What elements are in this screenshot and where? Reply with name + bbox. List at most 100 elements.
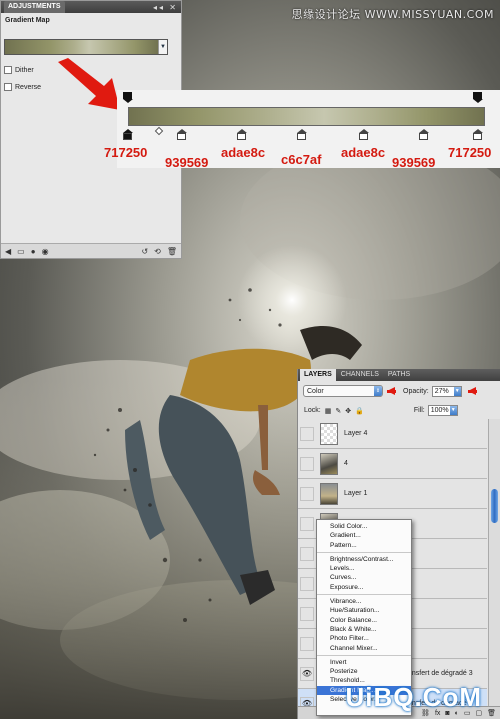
adjustments-tab[interactable]: ADJUSTMENTS (4, 1, 65, 13)
color-stop[interactable] (358, 129, 369, 141)
gradient-bar[interactable] (128, 107, 485, 126)
menu-item-posterize[interactable]: Posterize (317, 667, 411, 676)
layer-row[interactable]: Layer 1 (298, 479, 487, 509)
lock-transparency-icon[interactable]: ▦ (325, 407, 332, 415)
opacity-input[interactable]: 27% ▼ (431, 385, 462, 397)
tab-channels[interactable]: CHANNELS (337, 369, 383, 381)
visibility-eye-icon[interactable]: ◉ (42, 247, 49, 256)
opacity-stop-right[interactable] (472, 92, 483, 104)
visibility-toggle[interactable] (300, 546, 314, 561)
stop-hex-label: 939569 (165, 155, 209, 170)
menu-item-levels[interactable]: Levels... (317, 564, 411, 573)
menu-item-hue-saturation[interactable]: Hue/Saturation... (317, 606, 411, 615)
adjustments-titlebar: ADJUSTMENTS ◂◂ ✕ (1, 1, 181, 13)
chevron-updown-icon[interactable]: ⇕ (374, 386, 382, 396)
reset-icon[interactable]: ⟲ (154, 247, 161, 256)
gradient-preview[interactable] (5, 40, 158, 54)
clip-layer-icon[interactable]: ● (31, 247, 36, 256)
fill-input[interactable]: 100% ▼ (427, 405, 458, 416)
visibility-toggle[interactable] (300, 606, 314, 621)
back-arrow-icon[interactable]: ◀ (5, 247, 11, 256)
stop-hex-label: adae8c (221, 145, 266, 160)
trash-icon[interactable]: 🗑 (487, 709, 496, 717)
red-pointer-arrow (467, 387, 477, 395)
chevron-down-icon[interactable]: ▼ (449, 406, 457, 415)
layer-thumbnail (320, 452, 338, 475)
color-stop[interactable] (236, 129, 247, 141)
color-stop[interactable] (472, 129, 483, 141)
panel-collapse-icon[interactable]: ◂◂ ✕ (153, 3, 178, 12)
layer-row[interactable]: Layer 4 (298, 419, 487, 449)
color-stop[interactable] (122, 129, 133, 141)
layer-thumbnail (320, 482, 338, 505)
reverse-row[interactable]: Reverse (4, 83, 41, 91)
chevron-down-icon[interactable]: ▼ (158, 40, 167, 54)
reverse-checkbox[interactable] (4, 83, 12, 91)
visibility-toggle[interactable] (300, 636, 314, 651)
menu-item-color-balance[interactable]: Color Balance... (317, 616, 411, 625)
opacity-stop-left[interactable] (122, 92, 133, 104)
layer-name[interactable]: Layer 4 (344, 430, 367, 437)
tab-paths[interactable]: PATHS (384, 369, 414, 381)
blend-mode-value: Color (307, 387, 324, 395)
menu-item-black-white[interactable]: Black & White... (317, 625, 411, 634)
opacity-label: Opacity: (403, 387, 429, 395)
stop-hex-label: 939569 (392, 155, 436, 170)
menu-separator (317, 594, 411, 596)
midpoint-diamond[interactable] (154, 126, 164, 136)
menu-item-channel-mixer[interactable]: Channel Mixer... (317, 644, 411, 653)
menu-item-invert[interactable]: Invert (317, 658, 411, 667)
layers-scrollbar[interactable] (488, 419, 500, 707)
adjustment-heading: Gradient Map (5, 17, 50, 24)
stop-hex-label: adae8c (341, 145, 386, 160)
blend-opacity-row: Color ⇕ Opacity: 27% ▼ (303, 385, 477, 397)
menu-item-exposure[interactable]: Exposure... (317, 583, 411, 592)
menu-item-solid-color[interactable]: Solid Color... (317, 522, 411, 531)
menu-item-pattern[interactable]: Pattern... (317, 541, 411, 550)
lock-brush-icon[interactable]: ✎ (335, 407, 341, 415)
menu-item-gradient[interactable]: Gradient... (317, 531, 411, 540)
site-logo: UiBQ.CoM (345, 682, 482, 712)
lock-all-icon[interactable]: 🔒 (355, 407, 364, 415)
watermark-text: 思缘设计论坛 WWW.MISSYUAN.COM (291, 8, 494, 21)
visibility-toggle[interactable] (300, 426, 314, 441)
menu-item-vibrance[interactable]: Vibrance... (317, 597, 411, 606)
layer-row[interactable]: 4 (298, 449, 487, 479)
layer-name[interactable]: 4 (344, 460, 348, 467)
lock-move-icon[interactable]: ✥ (345, 407, 351, 415)
gradient-picker[interactable]: ▼ (4, 39, 168, 55)
layers-panel-tabs: LAYERS CHANNELS PATHS (298, 369, 500, 381)
dither-label: Dither (15, 66, 34, 74)
red-pointer-arrow (387, 387, 396, 395)
blend-mode-select[interactable]: Color ⇕ (303, 385, 383, 397)
previous-state-icon[interactable]: ↺ (141, 247, 148, 256)
layer-name[interactable]: Layer 1 (344, 490, 367, 497)
red-pointer-arrow (58, 58, 120, 110)
dither-checkbox[interactable] (4, 66, 12, 74)
menu-separator (317, 551, 411, 553)
visibility-toggle[interactable] (300, 576, 314, 591)
menu-item-brightness-contrast[interactable]: Brightness/Contrast... (317, 555, 411, 564)
lock-label: Lock: (304, 407, 321, 414)
expand-view-icon[interactable]: ▭ (17, 247, 25, 256)
visibility-toggle[interactable] (300, 456, 314, 471)
menu-item-curves[interactable]: Curves... (317, 573, 411, 582)
trash-icon[interactable]: 🗑 (167, 247, 177, 256)
fill-value: 100% (430, 407, 449, 414)
visibility-toggle[interactable] (300, 516, 314, 531)
eye-icon[interactable]: 👁 (300, 666, 314, 681)
color-stop[interactable] (296, 129, 307, 141)
visibility-toggle[interactable] (300, 486, 314, 501)
layer-name[interactable]: ansfert de dégradé 3 (408, 670, 473, 677)
dither-row[interactable]: Dither (4, 66, 34, 74)
adjustments-toolbar: ◀ ▭ ● ◉ ↺ ⟲ 🗑 (1, 243, 181, 258)
scrollbar-thumb[interactable] (491, 489, 498, 523)
stop-hex-label: 717250 (448, 145, 492, 160)
color-stop[interactable] (176, 129, 187, 141)
stop-hex-label: 717250 (104, 145, 148, 160)
stop-hex-label: c6c7af (281, 152, 322, 167)
color-stop[interactable] (418, 129, 429, 141)
tab-layers[interactable]: LAYERS (300, 369, 336, 381)
menu-item-photo-filter[interactable]: Photo Filter... (317, 634, 411, 643)
chevron-down-icon[interactable]: ▼ (453, 386, 461, 396)
